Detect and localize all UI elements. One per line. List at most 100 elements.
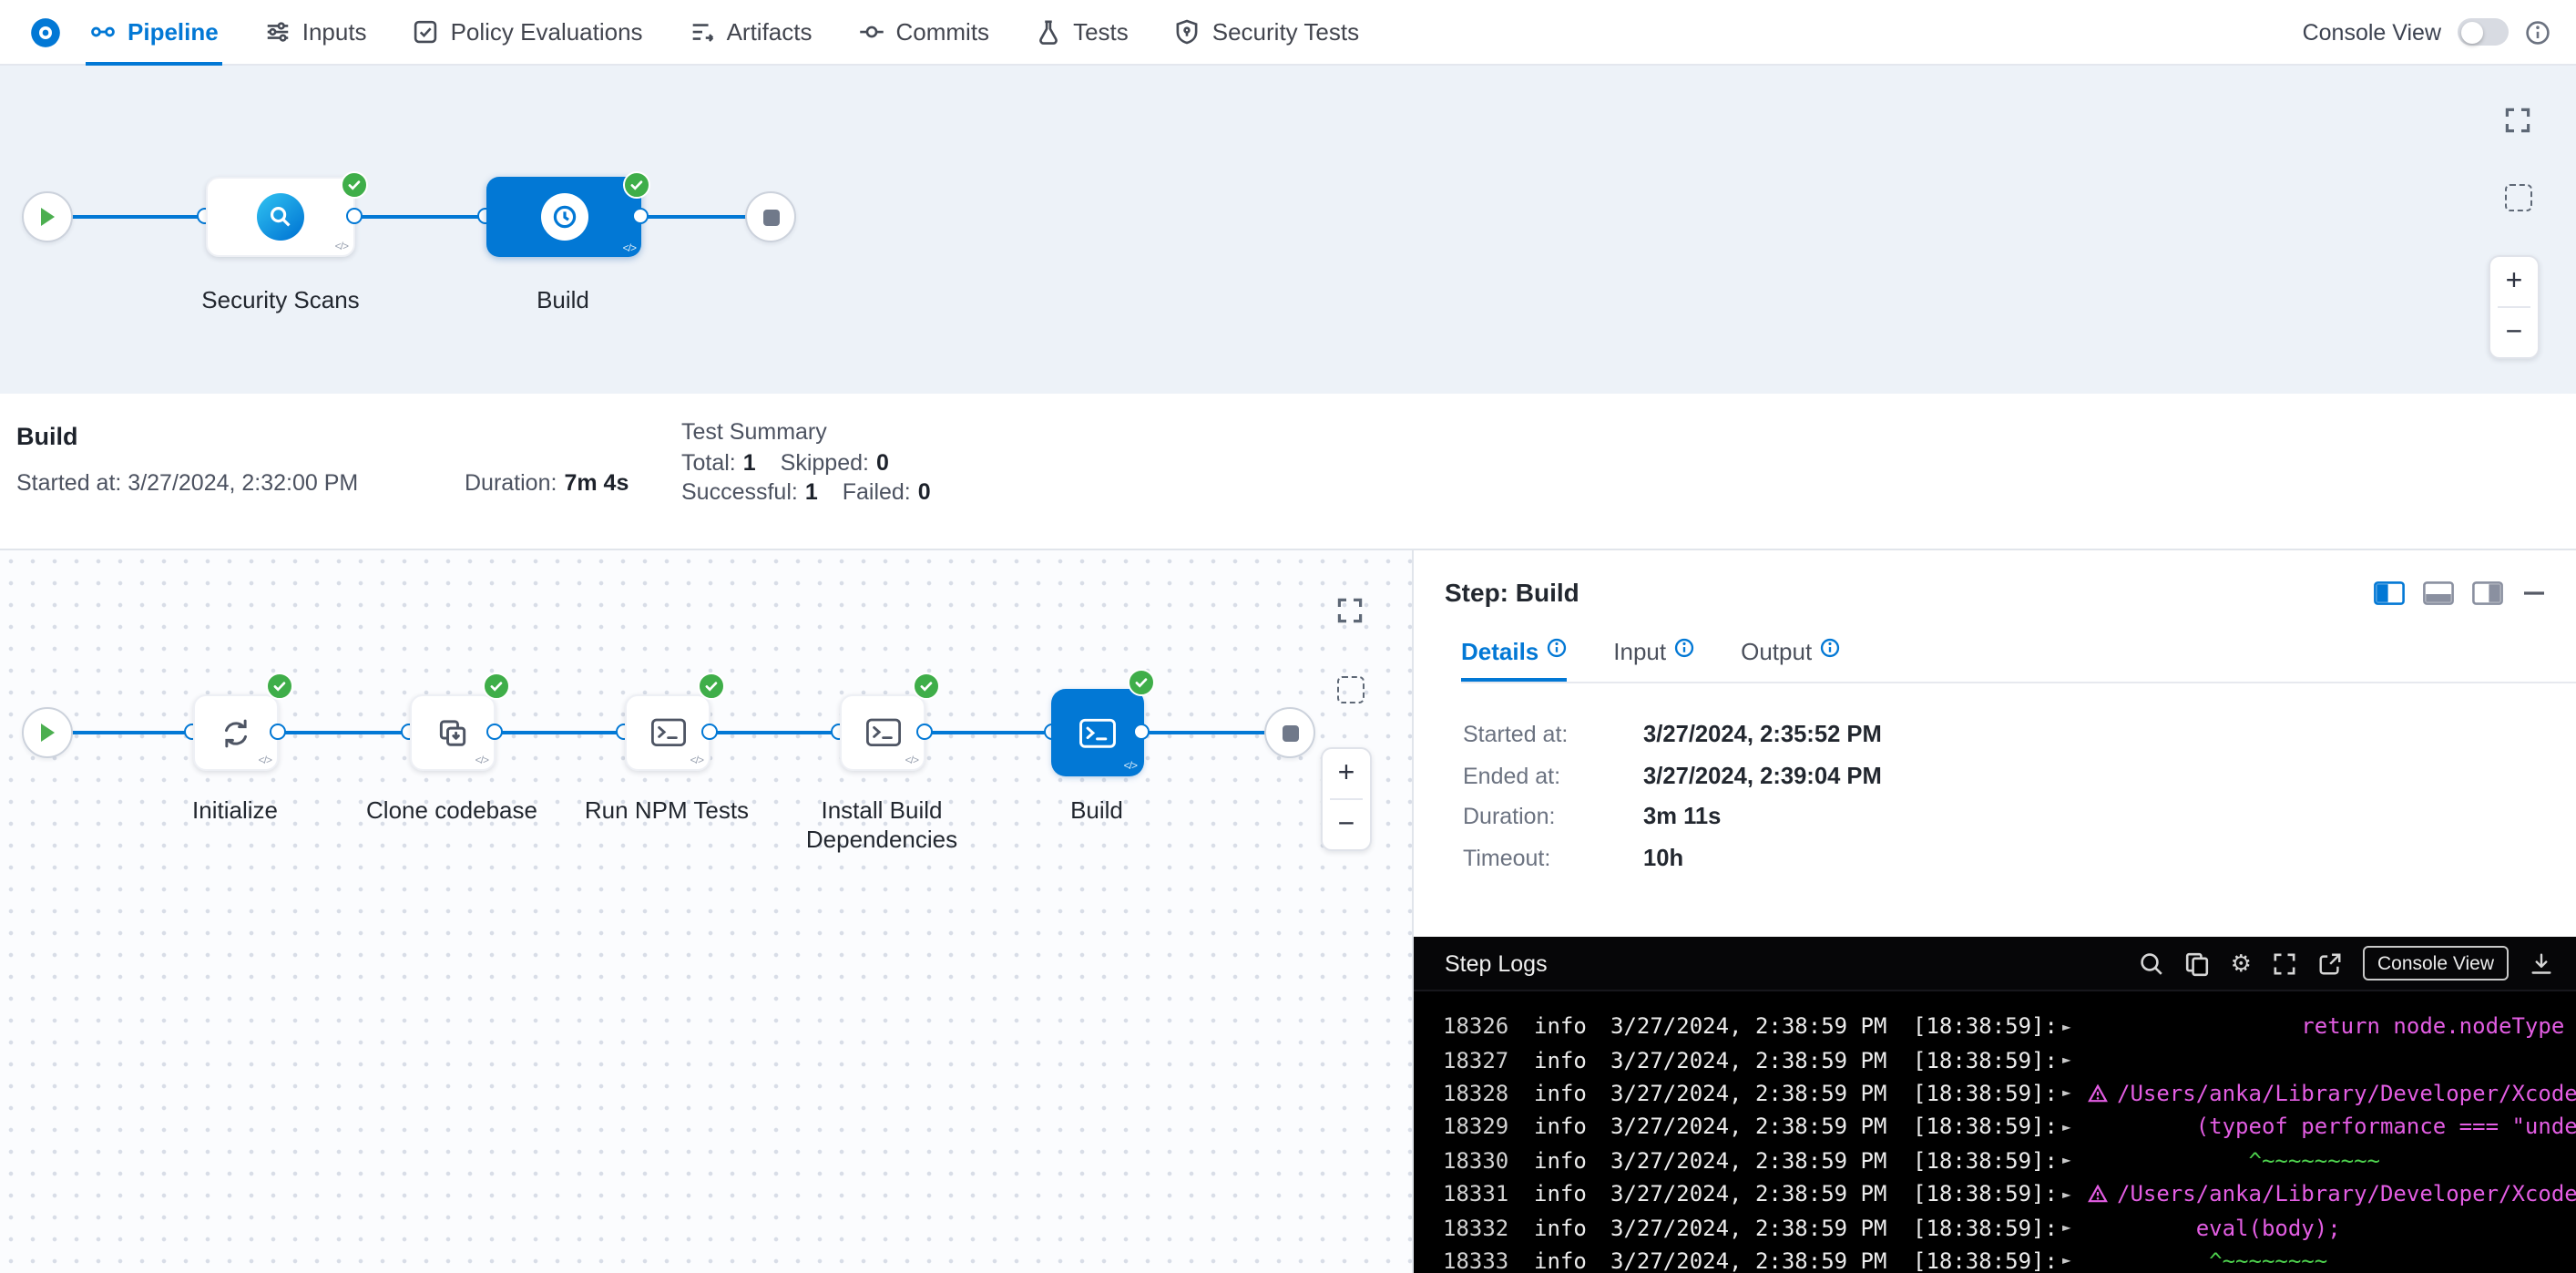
open-external-icon[interactable] bbox=[2317, 950, 2343, 976]
stage-node-build[interactable]: </> bbox=[486, 177, 641, 257]
node-port bbox=[701, 724, 718, 740]
step-logs-header: Step Logs ⚙ Console View bbox=[1414, 937, 2576, 991]
step-logs-panel: Step Logs ⚙ Console View 18326 info 3/27… bbox=[1414, 937, 2576, 1273]
pipeline-icon bbox=[89, 18, 117, 46]
tab-label: Tests bbox=[1073, 18, 1129, 46]
selection-box-icon[interactable] bbox=[2505, 184, 2532, 211]
fullscreen-icon[interactable] bbox=[2503, 106, 2532, 135]
tab-commits[interactable]: Commits bbox=[858, 0, 990, 65]
flask-icon bbox=[1035, 18, 1062, 46]
tab-pipeline[interactable]: Pipeline bbox=[89, 0, 219, 65]
step-start-node[interactable] bbox=[22, 707, 73, 758]
test-summary: Test Summary Total:1 Skipped:0 Successfu… bbox=[681, 417, 949, 508]
layout-bottom-pane-icon[interactable] bbox=[2423, 580, 2454, 604]
step-graph-canvas[interactable]: </> Initialize </> Clone codebase </> Ru… bbox=[0, 550, 1414, 1273]
step-end-node[interactable] bbox=[1264, 707, 1315, 758]
info-icon[interactable] bbox=[2525, 19, 2550, 45]
log-body[interactable]: 18326 info 3/27/2024, 2:38:59 PM [18:38:… bbox=[1414, 991, 2576, 1273]
security-scan-icon bbox=[257, 193, 304, 241]
layout-left-pane-icon[interactable] bbox=[2374, 580, 2405, 604]
zoom-controls: + − bbox=[2489, 255, 2540, 359]
failed-label: Failed: bbox=[843, 479, 911, 505]
stage-node-security-scans[interactable]: </> bbox=[206, 177, 355, 257]
log-content: ^~~~~~~~~ bbox=[2117, 1248, 2576, 1273]
tab-label: Output bbox=[1741, 638, 1812, 665]
tab-input[interactable]: Input bbox=[1613, 638, 1693, 682]
tab-artifacts[interactable]: Artifacts bbox=[689, 0, 813, 65]
step-node-label: Build bbox=[987, 796, 1206, 826]
zoom-in-button[interactable]: + bbox=[1321, 749, 1372, 798]
zoom-out-button[interactable]: − bbox=[1321, 800, 1372, 849]
copy-icon[interactable] bbox=[2185, 950, 2211, 976]
log-line[interactable]: 18332 info 3/27/2024, 2:38:59 PM [18:38:… bbox=[1414, 1211, 2576, 1245]
success-badge bbox=[483, 672, 510, 700]
node-port bbox=[916, 724, 933, 740]
node-port bbox=[270, 724, 286, 740]
log-line[interactable]: 18329 info 3/27/2024, 2:38:59 PM [18:38:… bbox=[1414, 1110, 2576, 1144]
expand-arrow-icon[interactable]: ► bbox=[2062, 1153, 2088, 1169]
pipeline-end-node[interactable] bbox=[745, 191, 796, 242]
tab-output[interactable]: Output bbox=[1741, 638, 1839, 682]
tab-inputs[interactable]: Inputs bbox=[264, 0, 367, 65]
detail-value: 10h bbox=[1643, 837, 1683, 878]
log-line[interactable]: 18330 info 3/27/2024, 2:38:59 PM [18:38:… bbox=[1414, 1144, 2576, 1177]
harness-logo[interactable] bbox=[26, 12, 66, 52]
log-line[interactable]: 18326 info 3/27/2024, 2:38:59 PM [18:38:… bbox=[1414, 1010, 2576, 1043]
build-stage-icon bbox=[540, 193, 588, 241]
download-icon[interactable] bbox=[2529, 950, 2554, 976]
expand-arrow-icon[interactable]: ► bbox=[2062, 1085, 2088, 1102]
zoom-out-button[interactable]: − bbox=[2489, 308, 2540, 357]
detail-value: 3/27/2024, 2:35:52 PM bbox=[1643, 714, 1882, 755]
minimize-panel-icon[interactable] bbox=[2521, 580, 2547, 604]
tab-policy-evaluations[interactable]: Policy Evaluations bbox=[413, 0, 643, 65]
expand-arrow-icon[interactable]: ► bbox=[2062, 1219, 2088, 1236]
expand-arrow-icon[interactable]: ► bbox=[2062, 1186, 2088, 1202]
pipeline-start-node[interactable] bbox=[22, 191, 73, 242]
log-time: [18:38:59]: bbox=[1913, 1248, 2062, 1273]
expand-arrow-icon[interactable]: ► bbox=[2062, 1052, 2088, 1068]
log-line[interactable]: 18328 info 3/27/2024, 2:38:59 PM [18:38:… bbox=[1414, 1077, 2576, 1111]
log-content: ^~~~~~~~~~ bbox=[2117, 1148, 2576, 1174]
skipped-value: 0 bbox=[876, 449, 889, 475]
log-line[interactable]: 18327 info 3/27/2024, 2:38:59 PM [18:38:… bbox=[1414, 1043, 2576, 1077]
console-view-button[interactable]: Console View bbox=[2363, 946, 2509, 980]
zoom-in-button[interactable]: + bbox=[2489, 257, 2540, 306]
log-level: info bbox=[1534, 1013, 1596, 1039]
step-node-install-build-dependencies[interactable]: </> bbox=[840, 694, 925, 771]
build-title: Build bbox=[16, 423, 78, 450]
tab-details[interactable]: Details bbox=[1461, 638, 1566, 682]
expand-arrow-icon[interactable]: ► bbox=[2062, 1253, 2088, 1269]
toggle-knob bbox=[2460, 21, 2482, 43]
log-line[interactable]: 18333 info 3/27/2024, 2:38:59 PM [18:38:… bbox=[1414, 1244, 2576, 1273]
log-line[interactable]: 18331 info 3/27/2024, 2:38:59 PM [18:38:… bbox=[1414, 1177, 2576, 1211]
step-panel-header: Step: Build bbox=[1414, 550, 2576, 607]
console-view-toggle[interactable] bbox=[2458, 18, 2509, 46]
success-badge bbox=[341, 171, 368, 199]
stage-graph-canvas[interactable]: </> Security Scans </> Build + − bbox=[0, 66, 2576, 394]
expand-arrow-icon[interactable]: ► bbox=[2062, 1018, 2088, 1034]
selection-box-icon[interactable] bbox=[1337, 676, 1365, 703]
log-content: return node.nodeType === bbox=[2117, 1013, 2576, 1039]
search-icon[interactable] bbox=[2140, 950, 2165, 976]
step-node-label: Initialize bbox=[126, 796, 344, 826]
detail-label: Duration: bbox=[1463, 796, 1643, 837]
tab-tests[interactable]: Tests bbox=[1035, 0, 1129, 65]
tab-security-tests[interactable]: Security Tests bbox=[1174, 0, 1359, 65]
log-time: [18:38:59]: bbox=[1913, 1013, 2062, 1039]
fullscreen-icon[interactable] bbox=[2272, 950, 2297, 976]
step-node-build[interactable]: </> bbox=[1053, 691, 1142, 775]
log-toolbar: ⚙ Console View bbox=[2140, 946, 2554, 980]
log-time: [18:38:59]: bbox=[1913, 1047, 2062, 1073]
step-node-initialize[interactable]: </> bbox=[193, 694, 279, 771]
artifacts-icon bbox=[689, 18, 716, 46]
expand-arrow-icon[interactable]: ► bbox=[2062, 1119, 2088, 1135]
step-node-run-npm-tests[interactable]: </> bbox=[625, 694, 710, 771]
log-date: 3/27/2024, 2:38:59 PM bbox=[1610, 1181, 1902, 1206]
play-icon bbox=[38, 722, 56, 744]
pipeline-tab-bar: Pipeline Inputs Policy Evaluations Artif… bbox=[89, 0, 1359, 65]
fullscreen-icon[interactable] bbox=[1335, 596, 1365, 625]
settings-gear-icon[interactable]: ⚙ bbox=[2231, 951, 2252, 975]
layout-right-pane-icon[interactable] bbox=[2472, 580, 2503, 604]
log-line-number: 18328 bbox=[1443, 1081, 1519, 1106]
step-node-clone-codebase[interactable]: </> bbox=[410, 694, 496, 771]
